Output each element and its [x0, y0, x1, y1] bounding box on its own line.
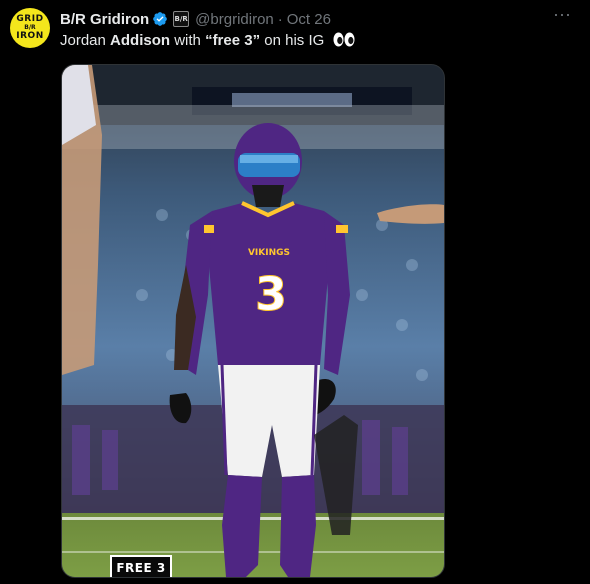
jersey-number-text: 3: [255, 267, 287, 321]
tweet-text-part: on his IG: [260, 32, 325, 49]
tweet-text-bold: Addison: [110, 32, 171, 49]
tweet-text-part: Jordan: [60, 32, 111, 49]
tweet-media-photo[interactable]: VIKINGS 3 FREE 3: [61, 64, 445, 578]
avatar[interactable]: GRID B/R IRON: [10, 8, 50, 48]
display-name[interactable]: B/R Gridiron: [60, 11, 149, 28]
avatar-text-top: GRID: [16, 14, 44, 24]
tweet-header: B/R Gridiron B/R @brgridiron · Oct 26: [60, 9, 331, 29]
tweet-text-part: with: [170, 32, 206, 49]
more-options-button[interactable]: ···: [550, 5, 574, 26]
free-3-badge: FREE 3: [110, 555, 172, 577]
avatar-text-bottom: IRON: [16, 31, 44, 41]
timestamp[interactable]: Oct 26: [287, 11, 331, 28]
affiliation-badge-icon[interactable]: B/R: [173, 11, 190, 27]
player-photo: VIKINGS 3: [62, 65, 444, 577]
jersey-brand-text: VIKINGS: [248, 248, 290, 258]
separator: ·: [277, 10, 283, 28]
user-handle[interactable]: @brgridiron: [195, 11, 274, 28]
tweet-text: Jordan Addison with “free 3” on his IG: [60, 32, 355, 49]
eyes-emoji-icon: [333, 32, 355, 47]
tweet-text-bold: “free 3”: [205, 32, 261, 49]
tweet[interactable]: GRID B/R IRON B/R Gridiron B/R @brgridir…: [0, 0, 590, 584]
verified-badge-icon: [153, 12, 168, 26]
